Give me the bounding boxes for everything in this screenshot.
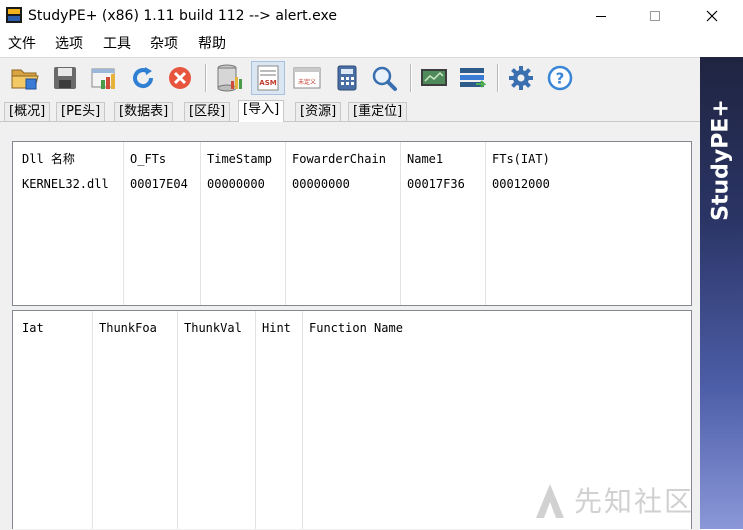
maximize-icon: [650, 11, 660, 21]
column-header-thunk-foa[interactable]: ThunkFoa: [99, 320, 157, 336]
settings-icon: [509, 66, 533, 90]
column-divider: [485, 142, 486, 305]
tab-data-tables[interactable]: [数据表]: [114, 102, 174, 121]
column-header-iat[interactable]: FTs(IAT): [492, 151, 550, 167]
menu-bar: 文件 选项 工具 杂项 帮助: [0, 33, 743, 55]
tab-pe-header[interactable]: [PE头]: [56, 102, 106, 121]
toolbar: ASM 未定义 ?: [0, 58, 700, 98]
toolbar-separator: [410, 64, 412, 92]
maximize-button[interactable]: [632, 0, 678, 32]
dll-import-list[interactable]: Dll 名称 O_FTs TimeStamp FowarderChain Nam…: [12, 141, 692, 306]
dll-row-name1[interactable]: 00017F36: [407, 176, 465, 192]
calculator-button[interactable]: [330, 61, 364, 95]
tab-relocations[interactable]: [重定位]: [348, 102, 408, 121]
column-divider: [255, 311, 256, 529]
search-icon: [372, 66, 397, 91]
help-button[interactable]: ?: [543, 61, 577, 95]
asm-button[interactable]: ASM: [251, 61, 285, 95]
hex-icon: 未定义: [293, 67, 321, 89]
dll-row-name[interactable]: KERNEL32.dll: [22, 176, 109, 192]
asm-icon: ASM: [257, 65, 279, 91]
column-divider: [285, 142, 286, 305]
dll-row-iat[interactable]: 00012000: [492, 176, 550, 192]
column-divider: [302, 311, 303, 529]
column-divider: [92, 311, 93, 529]
column-divider: [123, 142, 124, 305]
tab-sections[interactable]: [区段]: [184, 102, 231, 121]
refresh-icon: [133, 67, 154, 88]
banner-logo-text: StudyPE+: [708, 99, 734, 221]
menu-misc[interactable]: 杂项: [150, 35, 178, 53]
column-divider: [400, 142, 401, 305]
network-icon: [460, 68, 487, 88]
app-icon: [6, 7, 22, 23]
column-header-iat[interactable]: Iat: [22, 320, 44, 336]
column-divider: [200, 142, 201, 305]
refresh-button[interactable]: [126, 61, 160, 95]
title-bar: StudyPE+ (x86) 1.11 build 112 --> alert.…: [0, 0, 743, 32]
tab-imports[interactable]: [导入]: [238, 100, 285, 122]
column-header-timestamp[interactable]: TimeStamp: [207, 151, 272, 167]
menu-help[interactable]: 帮助: [198, 35, 226, 53]
side-banner: StudyPE+: [700, 57, 743, 529]
dll-row-forwarder[interactable]: 00000000: [292, 176, 350, 192]
tab-overview[interactable]: [概况]: [4, 102, 51, 121]
column-header-function-name[interactable]: Function Name: [309, 320, 403, 336]
monitor-icon: [421, 69, 447, 86]
tab-resources[interactable]: [资源]: [295, 102, 342, 121]
save-icon: [54, 67, 76, 89]
column-header-dll-name[interactable]: Dll 名称: [22, 151, 75, 167]
menu-tools[interactable]: 工具: [103, 35, 131, 53]
monitor-button[interactable]: [417, 61, 451, 95]
stop-button[interactable]: [163, 61, 197, 95]
column-header-forwarder[interactable]: FowarderChain: [292, 151, 386, 167]
column-header-hint[interactable]: Hint: [262, 320, 291, 336]
minimize-icon: [596, 15, 606, 17]
column-divider: [177, 311, 178, 529]
view-icon: [91, 68, 115, 89]
toolbar-separator: [497, 64, 499, 92]
calculator-icon: [337, 65, 357, 91]
dll-row-oft[interactable]: 00017E04: [130, 176, 188, 192]
column-header-thunk-val[interactable]: ThunkVal: [184, 320, 242, 336]
dll-row-timestamp[interactable]: 00000000: [207, 176, 265, 192]
close-button[interactable]: [689, 0, 735, 32]
column-header-oft[interactable]: O_FTs: [130, 151, 166, 167]
undefined-button[interactable]: 未定义: [290, 61, 324, 95]
toolbar-separator: [205, 64, 207, 92]
column-header-name1[interactable]: Name1: [407, 151, 443, 167]
minimize-button[interactable]: [578, 0, 624, 32]
settings-button[interactable]: [504, 61, 538, 95]
watermark-logo-icon: [536, 484, 564, 518]
save-button[interactable]: [48, 61, 82, 95]
watermark: 先知社区: [532, 478, 694, 522]
menu-options[interactable]: 选项: [55, 35, 83, 53]
help-icon: ?: [547, 65, 573, 91]
network-button[interactable]: [456, 61, 490, 95]
svg-text:ASM: ASM: [259, 79, 276, 87]
close-icon: [706, 10, 718, 22]
stop-icon: [169, 67, 191, 89]
search-button[interactable]: [367, 61, 401, 95]
open-file-button[interactable]: [8, 61, 42, 95]
menu-file[interactable]: 文件: [8, 35, 36, 53]
watermark-text: 先知社区: [574, 485, 695, 518]
window-title: StudyPE+ (x86) 1.11 build 112 --> alert.…: [28, 8, 337, 24]
database-icon: [217, 64, 242, 92]
open-folder-icon: [11, 69, 39, 90]
svg-text:?: ?: [556, 70, 565, 88]
database-button[interactable]: [212, 61, 246, 95]
svg-text:未定义: 未定义: [298, 78, 316, 86]
view-button[interactable]: [88, 61, 122, 95]
